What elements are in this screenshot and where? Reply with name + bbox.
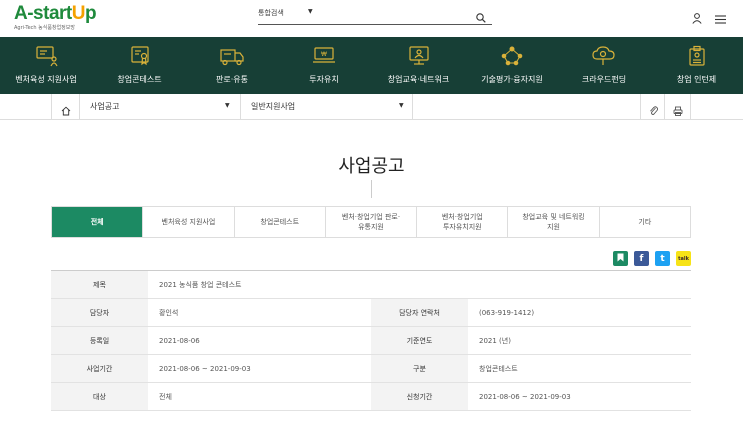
- contact-value: (063-919-1412): [479, 308, 535, 317]
- chevron-down-icon: ▼: [225, 102, 230, 109]
- title-divider: [371, 180, 372, 198]
- nav-item-distribution[interactable]: 판로·유통: [187, 37, 277, 94]
- period-value: 2021-08-06 ~ 2021-09-03: [159, 364, 251, 373]
- paperclip-icon: [649, 101, 658, 120]
- id-badge-icon: [686, 45, 708, 71]
- base-year-label: 기준연도: [371, 327, 468, 354]
- base-year-value: 2021 (년): [479, 336, 511, 345]
- attachment-button[interactable]: [640, 94, 665, 120]
- breadcrumb-level2-select[interactable]: 일반지원사업 ▼: [241, 94, 413, 120]
- apply-period-label: 신청기간: [371, 383, 468, 410]
- page-title: 사업공고: [338, 156, 405, 177]
- reg-date-value: 2021-08-06: [159, 336, 200, 345]
- nav-item-investment[interactable]: ₩ 투자유치: [277, 37, 371, 94]
- twitter-icon: t: [660, 253, 665, 264]
- site-header: A-startUp Agri-Tech 농식품창업정보망 통합검색 ▼: [0, 0, 743, 37]
- reg-date-label: 등록일: [51, 327, 148, 354]
- tab-all[interactable]: 전체: [52, 207, 144, 237]
- crowd-funding-icon: [591, 45, 617, 71]
- subject-label: 제목: [51, 271, 148, 298]
- certificate-icon: [129, 45, 151, 71]
- table-row: 담당자 황인석 담당자 연락처 (063-919-1412): [51, 299, 691, 327]
- kakao-talk-icon: talk: [678, 255, 689, 262]
- search-scope-select[interactable]: 통합검색: [258, 8, 284, 18]
- breadcrumb-level2: 일반지원사업: [251, 102, 296, 111]
- nav-label: 벤처육성 지원사업: [15, 75, 77, 84]
- bookmark-share-button[interactable]: [613, 251, 628, 266]
- breadcrumb-level1: 사업공고: [90, 102, 120, 111]
- money-laptop-icon: ₩: [311, 45, 337, 71]
- tab-startup-contest[interactable]: 창업콘테스트: [235, 207, 326, 237]
- kakao-share-button[interactable]: talk: [676, 251, 691, 266]
- period-label: 사업기간: [51, 355, 148, 382]
- manager-value: 황인석: [159, 308, 179, 317]
- site-logo[interactable]: A-startUp Agri-Tech 농식품창업정보망: [14, 3, 97, 32]
- network-people-icon: [499, 45, 525, 71]
- tab-venture-support[interactable]: 벤처육성 지원사업: [143, 207, 235, 237]
- nav-label: 크라우드펀딩: [581, 75, 627, 84]
- chevron-down-icon: ▼: [399, 102, 404, 109]
- printer-icon: [673, 101, 683, 120]
- search-icon[interactable]: [476, 8, 486, 27]
- nav-label: 판로·유통: [216, 75, 248, 84]
- logo-wordmark: A-startUp: [14, 3, 97, 24]
- facebook-share-button[interactable]: f: [634, 251, 649, 266]
- nav-item-venture-support[interactable]: 벤처육성 지원사업: [0, 37, 92, 94]
- print-button[interactable]: [665, 94, 691, 120]
- bookmark-icon: [617, 253, 624, 265]
- user-icon[interactable]: [692, 9, 702, 28]
- logo-subtitle: Agri-Tech 농식품창업정보망: [14, 25, 75, 31]
- nav-item-crowdfunding[interactable]: 크라우드펀딩: [558, 37, 650, 94]
- chevron-down-icon[interactable]: ▼: [308, 8, 313, 15]
- table-row: 등록일 2021-08-06 기준연도 2021 (년): [51, 327, 691, 355]
- breadcrumb-home[interactable]: [51, 94, 80, 120]
- contact-label: 담당자 연락처: [371, 299, 468, 326]
- search-bar: 통합검색 ▼: [258, 5, 492, 25]
- tab-etc[interactable]: 기타: [600, 207, 690, 237]
- table-row: 대상 전체 신청기간 2021-08-06 ~ 2021-09-03: [51, 383, 691, 411]
- category-value: 창업콘테스트: [479, 364, 518, 373]
- delivery-truck-icon: [219, 45, 245, 71]
- main-navigation: 벤처육성 지원사업 창업콘테스트 판로·유통 ₩ 투자유치 창업교육·네트워크 …: [0, 37, 743, 94]
- breadcrumb-level1-select[interactable]: 사업공고 ▼: [80, 94, 241, 120]
- table-row: 제목 2021 농식품 창업 콘테스트: [51, 271, 691, 299]
- twitter-share-button[interactable]: t: [655, 251, 670, 266]
- subject-value: 2021 농식품 창업 콘테스트: [159, 280, 242, 289]
- breadcrumb: 사업공고 ▼ 일반지원사업 ▼: [0, 94, 743, 120]
- target-value: 전체: [159, 392, 172, 401]
- nav-item-startup-contest[interactable]: 창업콘테스트: [92, 37, 187, 94]
- target-label: 대상: [51, 383, 148, 410]
- presentation-board-icon: [34, 45, 58, 71]
- nav-item-tech-evaluation[interactable]: 기술평가·융자지원: [466, 37, 558, 94]
- facebook-icon: f: [639, 253, 644, 264]
- table-row: 사업기간 2021-08-06 ~ 2021-09-03 구분 창업콘테스트: [51, 355, 691, 383]
- search-input[interactable]: [324, 6, 464, 22]
- nav-label: 창업 인턴제: [676, 75, 717, 84]
- tab-investment-support[interactable]: 벤처·창업기업 투자유치지원: [417, 207, 509, 237]
- tab-distribution-support[interactable]: 벤처·창업기업 판로· 유통지원: [326, 207, 418, 237]
- nav-item-education[interactable]: 창업교육·네트워크: [371, 37, 466, 94]
- nav-label: 기술평가·융자지원: [481, 75, 543, 84]
- manager-label: 담당자: [51, 299, 148, 326]
- apply-period-value: 2021-08-06 ~ 2021-09-03: [479, 392, 571, 401]
- nav-item-intern[interactable]: 창업 인턴제: [650, 37, 743, 94]
- education-screen-icon: [407, 45, 431, 71]
- svg-text:₩: ₩: [321, 51, 327, 58]
- tab-education-network[interactable]: 창업교육 및 네트워킹 지원: [508, 207, 600, 237]
- category-label: 구분: [371, 355, 468, 382]
- notice-info-table: 제목 2021 농식품 창업 콘테스트 담당자 황인석 담당자 연락처 (063…: [51, 270, 691, 411]
- home-icon: [61, 101, 71, 120]
- nav-label: 창업교육·네트워크: [387, 75, 450, 84]
- category-tabs: 전체 벤처육성 지원사업 창업콘테스트 벤처·창업기업 판로· 유통지원 벤처·…: [51, 206, 691, 238]
- nav-label: 투자유치: [309, 75, 339, 84]
- hamburger-menu-icon[interactable]: [715, 9, 726, 28]
- nav-label: 창업콘테스트: [117, 75, 162, 84]
